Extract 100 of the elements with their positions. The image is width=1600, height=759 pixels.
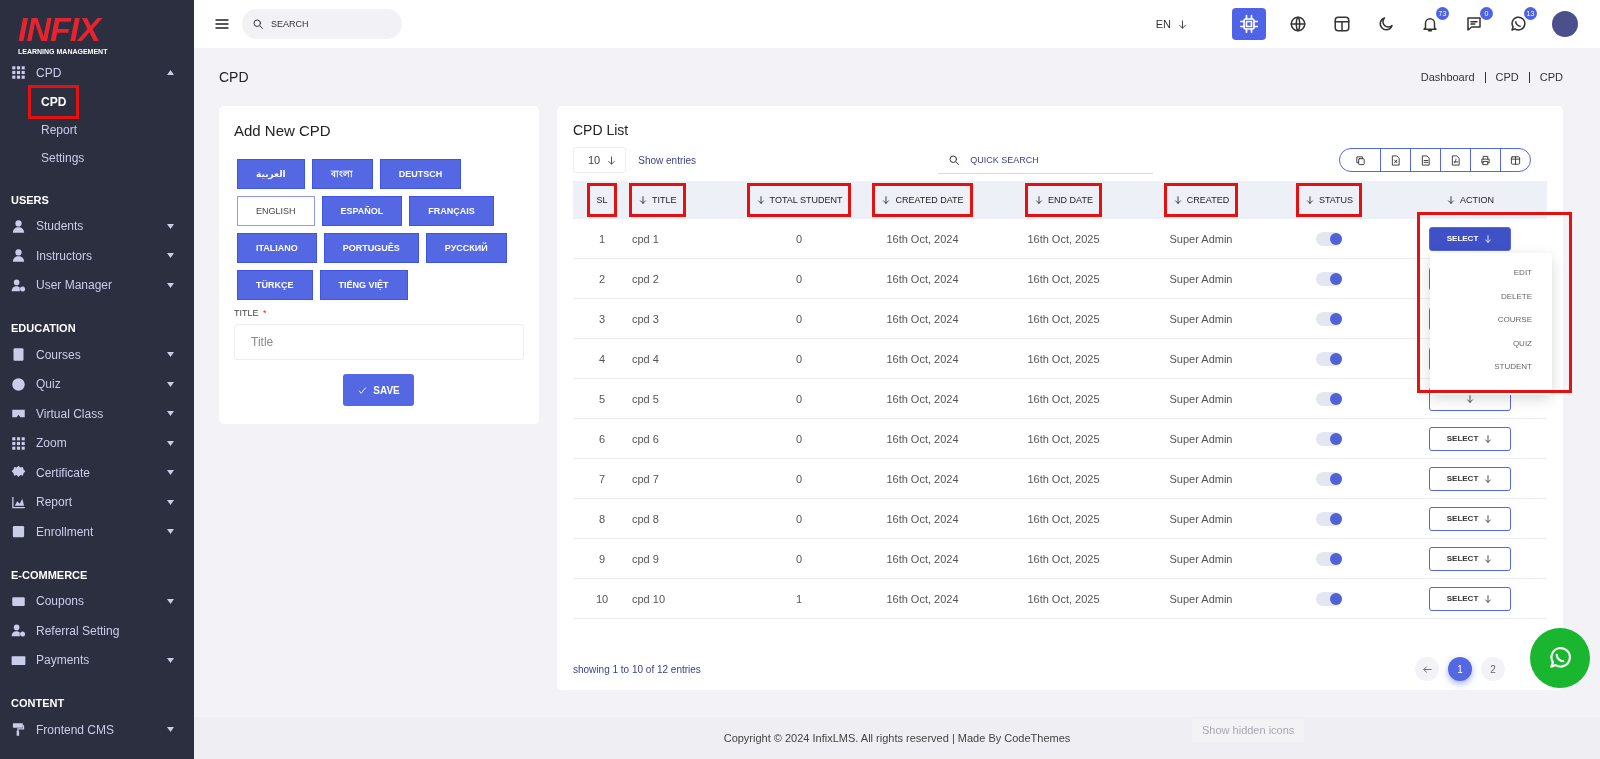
language-tab[interactable]: العربية <box>237 159 305 189</box>
sort-arrow-icon[interactable] <box>638 195 648 205</box>
sort-arrow-icon[interactable] <box>1304 195 1315 205</box>
sidebar-item[interactable]: Payments <box>0 645 190 675</box>
sort-arrow-icon[interactable] <box>1034 195 1045 205</box>
page-size-select[interactable]: 10 <box>573 147 627 173</box>
status-toggle[interactable] <box>1316 551 1342 566</box>
table-cell: cpd 6 <box>632 432 659 445</box>
select-button[interactable]: SELECT <box>1429 426 1511 451</box>
grid-icon <box>11 65 26 81</box>
table-cell: 0 <box>795 512 803 525</box>
language-tab[interactable]: FRANÇAIS <box>409 196 494 226</box>
show-entries-label: Show entries <box>638 154 697 166</box>
sidebar-item[interactable]: Coupons <box>0 586 190 616</box>
table-cell: Super Admin <box>1169 432 1233 445</box>
sidebar-subitem[interactable]: Report <box>31 115 88 144</box>
breadcrumb-link[interactable]: CPD <box>1484 71 1529 83</box>
section-heading: CONTENT <box>10 696 66 711</box>
language-tab[interactable]: PORTUGUÊS <box>323 233 419 263</box>
table-cell: 5 <box>598 392 606 405</box>
sidebar-item[interactable]: Report <box>0 487 190 517</box>
table-cell: 1 <box>795 592 803 605</box>
card-title: Add New CPD <box>234 122 331 139</box>
status-toggle[interactable] <box>1316 391 1342 406</box>
table-cell: 16th Oct, 2024 <box>886 472 959 485</box>
menu-item[interactable]: COURSE <box>1495 308 1534 332</box>
breadcrumb-link[interactable]: CPD <box>1528 71 1563 83</box>
status-toggle[interactable] <box>1316 511 1342 526</box>
status-toggle[interactable] <box>1316 591 1342 606</box>
select-button[interactable]: SELECT <box>1429 226 1511 251</box>
breadcrumb-link[interactable]: Dashboard <box>1410 71 1485 83</box>
language-tab[interactable]: বাংলা <box>311 159 373 189</box>
menu-item[interactable]: DELETE <box>1498 284 1534 308</box>
language-tab[interactable]: DEUTSCH <box>379 159 462 189</box>
sort-arrow-icon[interactable] <box>1172 195 1183 205</box>
language-selector[interactable]: EN <box>1149 17 1194 31</box>
table-cell: 16th Oct, 2024 <box>886 232 959 245</box>
title-input[interactable]: Title <box>234 324 524 360</box>
table-cell: 16th Oct, 2024 <box>886 312 959 325</box>
table-cell: 7 <box>598 472 606 485</box>
select-button[interactable]: SELECT <box>1429 466 1511 491</box>
sidebar-subitem[interactable]: Settings <box>31 143 95 172</box>
sidebar-item[interactable]: Certificate <box>0 458 190 488</box>
sidebar-item[interactable]: CPD <box>0 58 190 88</box>
sidebar-item[interactable]: Referral Setting <box>0 616 190 646</box>
search-field[interactable]: SEARCH <box>242 9 402 39</box>
status-toggle[interactable] <box>1316 231 1342 246</box>
page-button[interactable]: 2 <box>1481 657 1505 681</box>
table-cell: 2 <box>598 272 606 285</box>
table-cell: 16th Oct, 2024 <box>886 552 959 565</box>
sidebar-item[interactable]: Quiz <box>0 369 190 399</box>
menu-item[interactable]: QUIZ <box>1510 331 1534 355</box>
quick-search-field[interactable]: QUICK SEARCH <box>938 146 1154 174</box>
chip-icon[interactable] <box>1232 8 1266 40</box>
page-button[interactable]: 1 <box>1448 657 1472 681</box>
select-button[interactable]: SELECT <box>1429 546 1511 571</box>
menu-icon[interactable] <box>214 16 230 32</box>
language-tab[interactable]: ESPAÑOL <box>321 196 403 226</box>
save-button[interactable]: SAVE <box>343 374 414 406</box>
sidebar-item[interactable]: Zoom <box>0 428 190 458</box>
table-cell: 3 <box>598 312 606 325</box>
status-toggle[interactable] <box>1316 351 1342 366</box>
language-tab[interactable]: TIẾNG VIỆT <box>319 270 408 300</box>
status-toggle[interactable] <box>1316 271 1342 286</box>
sidebar-item[interactable]: User Manager <box>0 270 190 300</box>
sidebar-subitem[interactable]: CPD <box>31 87 77 116</box>
sort-arrow-icon[interactable] <box>881 195 892 205</box>
table-cell: 6 <box>598 432 606 445</box>
required-mark: * <box>262 308 267 318</box>
select-button[interactable]: SELECT <box>1429 586 1511 611</box>
sidebar-item[interactable]: Virtual Class <box>0 399 190 429</box>
language-tab[interactable]: РУССКИЙ <box>425 233 507 263</box>
table-cell: 10 <box>595 592 609 605</box>
section-heading: USERS <box>10 192 50 208</box>
select-button[interactable]: SELECT <box>1429 506 1511 531</box>
arrow-left-icon <box>1421 663 1433 675</box>
tooltip: Show hidden icons <box>1192 718 1305 742</box>
whatsapp-button[interactable] <box>1530 628 1590 688</box>
table-cell: 16th Oct, 2025 <box>1027 352 1100 365</box>
menu-item[interactable]: EDIT <box>1511 261 1534 285</box>
status-toggle[interactable] <box>1316 311 1342 326</box>
menu-item[interactable]: STUDENT <box>1492 355 1534 379</box>
language-tab[interactable]: ENGLISH <box>237 196 315 226</box>
sidebar-item[interactable]: Courses <box>0 340 190 370</box>
sidebar-item[interactable]: Enrollment <box>0 517 190 547</box>
sort-arrow-icon[interactable] <box>1446 195 1456 205</box>
language-tab[interactable]: TÜRKÇE <box>237 270 313 300</box>
status-toggle[interactable] <box>1316 431 1342 446</box>
sidebar-item[interactable]: Students <box>0 211 190 241</box>
search-icon <box>948 153 961 166</box>
sort-arrow-icon[interactable] <box>755 195 766 205</box>
avatar[interactable] <box>1552 11 1578 37</box>
arrow-down-icon <box>1483 553 1494 564</box>
table-cell: Super Admin <box>1169 352 1233 365</box>
sidebar-item[interactable]: Frontend CMS <box>0 715 190 745</box>
status-toggle[interactable] <box>1316 471 1342 486</box>
language-tab[interactable]: ITALIANO <box>237 233 317 263</box>
table-cell: 0 <box>795 232 803 245</box>
table-cell: Super Admin <box>1169 592 1233 605</box>
sidebar-item[interactable]: Instructors <box>0 241 190 271</box>
